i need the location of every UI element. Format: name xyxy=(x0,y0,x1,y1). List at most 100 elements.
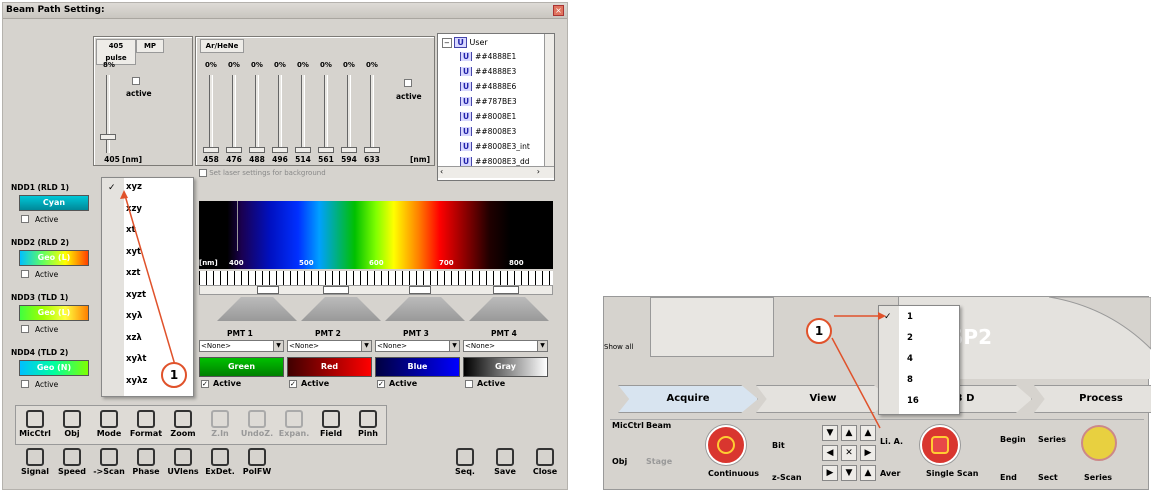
toolbar-button-zin[interactable]: Z.In xyxy=(202,407,238,445)
scan-direction-arrow[interactable]: ▶ xyxy=(822,465,838,481)
toolbar-button-seq[interactable]: Seq. xyxy=(447,445,483,483)
toolbar-button-polfw[interactable]: PolFW xyxy=(239,445,275,483)
argon-slider-track[interactable] xyxy=(232,75,236,153)
argon-slider-knob[interactable] xyxy=(249,147,265,153)
spectrum-marker[interactable] xyxy=(237,201,238,251)
average-option[interactable]: 16 xyxy=(907,396,919,406)
detector-color-button[interactable]: Geo (L) xyxy=(19,250,89,266)
toolbar-button-format[interactable]: Format xyxy=(128,407,164,445)
argon-slider-track[interactable] xyxy=(324,75,328,153)
tab-acquire[interactable]: Acquire xyxy=(618,385,758,413)
scan-direction-arrow[interactable]: ▼ xyxy=(841,465,857,481)
scan-direction-arrow[interactable]: ▲ xyxy=(860,465,876,481)
scan-direction-arrow[interactable]: ▶ xyxy=(860,445,876,461)
acquire-button-micctrl[interactable]: MicCtrl xyxy=(612,421,644,430)
tree-item[interactable]: U ##4888E3 xyxy=(460,67,544,76)
argon-slider-knob[interactable] xyxy=(226,147,242,153)
argon-slider-track[interactable] xyxy=(347,75,351,153)
scan-direction-arrow[interactable]: ✕ xyxy=(841,445,857,461)
pmt-color-button[interactable]: Green xyxy=(199,357,284,377)
pmt-active-checkbox[interactable]: ✓ xyxy=(201,380,209,388)
detector-color-button[interactable]: Geo (L) xyxy=(19,305,89,321)
acquire-button-singlescan[interactable]: Single Scan xyxy=(926,469,978,478)
argon-slider-track[interactable] xyxy=(301,75,305,153)
detector-active-checkbox[interactable] xyxy=(21,380,29,388)
detector-color-button[interactable]: Geo (N) xyxy=(19,360,89,376)
acquire-button-zscan[interactable]: z-Scan xyxy=(772,473,802,482)
toolbar-button-mode[interactable]: Mode xyxy=(91,407,127,445)
tree-item[interactable]: U ##8008E3 xyxy=(460,127,544,136)
continuous-button-icon[interactable] xyxy=(706,425,746,465)
acquire-button-sect[interactable]: Sect xyxy=(1038,473,1058,482)
argon-slider-track[interactable] xyxy=(209,75,213,153)
average-option[interactable]: 1 xyxy=(907,312,913,322)
detector-color-button[interactable]: Cyan xyxy=(19,195,89,211)
pmt-select[interactable]: <None> ▼ xyxy=(463,340,548,352)
argon-slider-knob[interactable] xyxy=(203,147,219,153)
scan-direction-arrow[interactable]: ◀ xyxy=(822,445,838,461)
show-all-toggle[interactable]: Show all xyxy=(604,343,633,351)
pmt-select[interactable]: <None> ▼ xyxy=(287,340,372,352)
pmt-select[interactable]: <None> ▼ xyxy=(199,340,284,352)
detector-active-checkbox[interactable] xyxy=(21,325,29,333)
spectrum-handle[interactable] xyxy=(257,286,279,294)
tree-vscrollbar[interactable] xyxy=(544,34,554,166)
toolbar-button-micctrl[interactable]: MicCtrl xyxy=(17,407,53,445)
toolbar-button-zoom[interactable]: Zoom xyxy=(165,407,201,445)
average-option[interactable]: 2 xyxy=(907,333,913,343)
argon-active-checkbox[interactable] xyxy=(404,79,412,87)
pmt-color-button[interactable]: Red xyxy=(287,357,372,377)
tab-process[interactable]: Process xyxy=(1034,385,1151,413)
argon-slider-track[interactable] xyxy=(370,75,374,153)
acquire-button-stage[interactable]: Stage xyxy=(646,457,672,466)
argon-slider-knob[interactable] xyxy=(295,147,311,153)
argon-slider-knob[interactable] xyxy=(318,147,334,153)
uv-slider-knob[interactable] xyxy=(100,134,116,140)
toolbar-button-scan[interactable]: ->Scan xyxy=(91,445,127,483)
toolbar-button-pinh[interactable]: Pinh xyxy=(350,407,386,445)
pmt-select[interactable]: <None> ▼ xyxy=(375,340,460,352)
acquire-button-aver[interactable]: Aver xyxy=(880,469,901,478)
toolbar-button-undoz[interactable]: UndoZ. xyxy=(239,407,275,445)
toolbar-button-phase[interactable]: Phase xyxy=(128,445,164,483)
spectrum-handle[interactable] xyxy=(323,286,349,294)
detector-active-checkbox[interactable] xyxy=(21,215,29,223)
pmt-active-checkbox[interactable] xyxy=(465,380,473,388)
uv-active-checkbox[interactable] xyxy=(132,77,140,85)
acquire-button-end[interactable]: End xyxy=(1000,473,1017,482)
tree-item[interactable]: U ##8008E1 xyxy=(460,112,544,121)
background-setting[interactable]: Set laser settings for background xyxy=(199,169,326,177)
pmt-active-checkbox[interactable]: ✓ xyxy=(289,380,297,388)
average-option[interactable]: 4 xyxy=(907,354,913,364)
toolbar-button-uvlens[interactable]: UVlens xyxy=(165,445,201,483)
argon-slider-knob[interactable] xyxy=(272,147,288,153)
close-icon[interactable]: × xyxy=(553,5,564,16)
argon-slider-knob[interactable] xyxy=(364,147,380,153)
tree-item[interactable]: U ##8008E3_dd xyxy=(460,157,544,166)
tree-item[interactable]: U ##8008E3_int xyxy=(460,142,544,151)
spectrum-handle[interactable] xyxy=(409,286,431,294)
pmt-color-button[interactable]: Blue xyxy=(375,357,460,377)
uv-slider-track[interactable] xyxy=(106,75,110,153)
tree-item[interactable]: U ##787BE3 xyxy=(460,97,544,106)
pmt-color-button[interactable]: Gray xyxy=(463,357,548,377)
tree-item[interactable]: U ##4888E6 xyxy=(460,82,544,91)
spectrum-handle[interactable] xyxy=(493,286,519,294)
tab-mp[interactable]: MP xyxy=(136,39,164,53)
tree-hscrollbar[interactable]: ‹ › xyxy=(438,166,554,178)
toolbar-button-speed[interactable]: Speed xyxy=(54,445,90,483)
acquire-button-series[interactable]: Series xyxy=(1084,473,1112,482)
acquire-button-series[interactable]: Series xyxy=(1038,435,1066,444)
argon-slider-track[interactable] xyxy=(278,75,282,153)
user-tree[interactable]: − U User ‹ › U ##4888E1 U ##4888E3 U ##4888E6 U… xyxy=(437,33,555,181)
toolbar-button-signal[interactable]: Signal xyxy=(17,445,53,483)
single-scan-button-icon[interactable] xyxy=(920,425,960,465)
acquire-button-continuous[interactable]: Continuous xyxy=(708,469,759,478)
acquire-button-bit[interactable]: Bit xyxy=(772,441,785,450)
acquire-button-begin[interactable]: Begin xyxy=(1000,435,1026,444)
tab-ar-hene[interactable]: Ar/HeNe xyxy=(200,39,244,53)
acquire-button-beam[interactable]: Beam xyxy=(646,421,671,430)
detector-active-checkbox[interactable] xyxy=(21,270,29,278)
pmt-active-checkbox[interactable]: ✓ xyxy=(377,380,385,388)
toolbar-button-close[interactable]: Close xyxy=(527,445,563,483)
